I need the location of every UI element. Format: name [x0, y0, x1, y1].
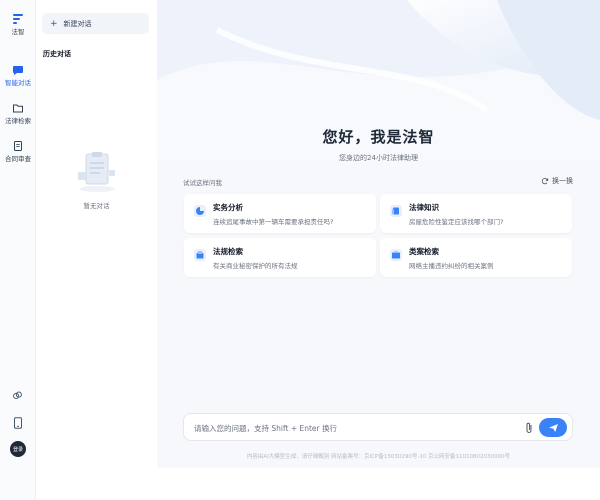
greeting-subtitle: 您身边的24小时法律助理	[339, 154, 418, 162]
chat-input[interactable]	[194, 420, 514, 436]
new-chat-button[interactable]: + 新建对话	[42, 13, 149, 34]
send-button[interactable]	[539, 418, 567, 437]
refresh-label: 换一换	[552, 177, 573, 185]
folder-icon	[13, 104, 23, 113]
analysis-icon	[194, 205, 206, 217]
suggest-label: 试试这样问我	[183, 179, 222, 187]
plus-icon: +	[50, 18, 58, 29]
mobile-icon[interactable]	[13, 417, 23, 429]
rail-item-search[interactable]: 法律检索	[0, 102, 36, 125]
card-title: 法律知识	[409, 203, 439, 212]
book-icon	[390, 205, 402, 217]
main-area: 您好，我是法智 您身边的24小时法律助理 试试这样问我 换一换 实务分析 连续追…	[157, 0, 600, 468]
card-title: 实务分析	[213, 203, 243, 212]
link-icon[interactable]	[12, 390, 23, 401]
send-icon	[548, 423, 558, 432]
attachment-icon[interactable]	[523, 421, 535, 435]
rail-label-logo: 法智	[11, 28, 25, 36]
suggestion-card-regulation[interactable]: 法规检索 有关商业秘密保护的所有法规	[184, 238, 376, 277]
card-title: 法规检索	[213, 247, 243, 256]
logo-icon	[13, 14, 23, 24]
suggestion-card-case[interactable]: 类案检索 网络主播违约纠纷的相关案例	[380, 238, 572, 277]
new-chat-label: 新建对话	[63, 19, 92, 28]
rail-item-chat[interactable]: 智能对话	[0, 64, 36, 87]
history-sidebar: + 新建对话 历史对话 暂无对话	[36, 0, 157, 468]
history-title: 历史对话	[43, 50, 71, 58]
rail-label-contract: 合同审查	[5, 155, 31, 163]
footer-text: 内容由AI大模型生成，请仔细甄别 网站备案号：京ICP备15030290号-10…	[246, 454, 511, 460]
rail-label-search: 法律检索	[5, 117, 31, 125]
greeting-title: 您好，我是法智	[322, 128, 435, 146]
card-desc: 网络主播违约纠纷的相关案例	[409, 262, 494, 270]
suggestion-card-practice[interactable]: 实务分析 连续追尾事故中第一辆车需要承担责任吗?	[184, 194, 376, 233]
refresh-button[interactable]: 换一换	[541, 176, 573, 186]
rail-item-logo[interactable]: 法智	[0, 13, 36, 36]
left-rail: 法智 智能对话 法律检索 合同审查 登录	[0, 0, 36, 500]
card-desc: 有关商业秘密保护的所有法规	[213, 262, 298, 270]
suggestion-card-knowledge[interactable]: 法律知识 房屋危险性鉴定应该找哪个部门?	[380, 194, 572, 233]
empty-clipboard-icon	[78, 152, 115, 192]
empty-history-text: 暂无对话	[83, 202, 110, 210]
card-title: 类案检索	[409, 247, 439, 256]
document-icon	[14, 141, 22, 151]
avatar[interactable]: 登录	[10, 441, 26, 457]
regulation-icon	[194, 249, 206, 261]
rail-item-contract[interactable]: 合同审查	[0, 140, 36, 163]
card-desc: 房屋危险性鉴定应该找哪个部门?	[409, 218, 504, 226]
case-icon	[390, 249, 402, 261]
avatar-text: 登录	[12, 446, 23, 453]
chat-icon	[13, 66, 23, 75]
refresh-icon	[541, 177, 549, 185]
chat-input-box	[183, 413, 573, 441]
card-desc: 连续追尾事故中第一辆车需要承担责任吗?	[213, 218, 334, 226]
rail-label-chat: 智能对话	[5, 79, 31, 87]
